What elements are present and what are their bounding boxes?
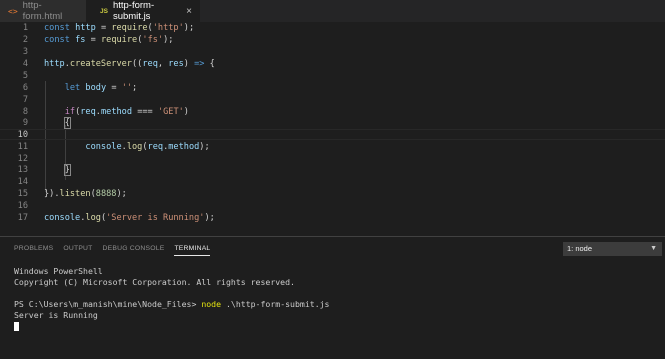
close-icon[interactable]: × <box>186 6 192 17</box>
tab-http-form-submit-js[interactable]: JS http-form-submit.js × <box>86 0 200 22</box>
code-line: 11 console.log(req.method); <box>17 142 210 152</box>
code-line: 17 console.log('Server is Running'); <box>17 213 215 223</box>
terminal-line: Copyright (C) Microsoft Corporation. All… <box>14 277 295 287</box>
js-file-icon: JS <box>100 7 108 15</box>
code-line: 14 <box>17 177 28 187</box>
code-line: 6 let body = ''; <box>22 83 138 93</box>
tab-label: http-form.html <box>22 0 63 22</box>
code-line: 12 <box>17 154 28 164</box>
tab-http-form-html[interactable]: <> http-form.html <box>0 0 86 22</box>
chevron-down-icon: ▼ <box>650 245 657 252</box>
tab-terminal[interactable]: TERMINAL <box>174 245 211 256</box>
terminal-line: Windows PowerShell <box>14 266 103 276</box>
code-line: 16 <box>17 201 28 211</box>
terminal-prompt-line: PS C:\Users\m_manish\mine\Node_Files> no… <box>14 299 330 310</box>
terminal-prompt: PS C:\Users\m_manish\mine\Node_Files> <box>14 299 202 309</box>
terminal-output[interactable]: Windows PowerShell Copyright (C) Microsof… <box>14 266 330 332</box>
panel-tabs: PROBLEMS OUTPUT DEBUG CONSOLE TERMINAL <box>14 245 220 256</box>
editor-tab-bar: <> http-form.html JS http-form-submit.js… <box>0 0 665 22</box>
code-editor[interactable]: 1 const http = require('http'); 2 const fs… <box>0 22 665 236</box>
html-file-icon: <> <box>8 6 18 16</box>
code-line: 9 { <box>22 117 71 129</box>
code-line: 2 const fs = require('fs'); <box>22 35 174 45</box>
tab-debug-console[interactable]: DEBUG CONSOLE <box>103 245 165 256</box>
terminal-command-args: .\http-form-submit.js <box>221 299 330 309</box>
code-line: 3 <box>22 47 28 57</box>
bottom-panel: PROBLEMS OUTPUT DEBUG CONSOLE TERMINAL 1… <box>0 236 665 359</box>
code-line: 1 const http = require('http'); <box>22 23 195 33</box>
code-line: 15}).listen(8888); <box>17 189 127 199</box>
tab-label: http-form-submit.js <box>112 0 155 22</box>
code-line: 4 http.createServer((req, res) => { <box>22 59 215 69</box>
code-line-current: 10 <box>0 129 665 140</box>
code-line: 5 <box>22 71 28 81</box>
terminal-cursor <box>14 322 19 331</box>
tab-output[interactable]: OUTPUT <box>63 245 92 256</box>
tab-problems[interactable]: PROBLEMS <box>14 245 53 256</box>
terminal-select-value: 1: node <box>567 244 593 253</box>
terminal-line: Server is Running <box>14 310 98 320</box>
code-line: 8 if(req.method === 'GET') <box>22 107 189 117</box>
code-line: 13 } <box>17 164 71 176</box>
code-line: 7 <box>22 95 28 105</box>
terminal-cursor-line <box>14 321 330 332</box>
terminal-select[interactable]: 1: node ▼ <box>563 242 662 256</box>
terminal-command: node <box>201 299 222 309</box>
